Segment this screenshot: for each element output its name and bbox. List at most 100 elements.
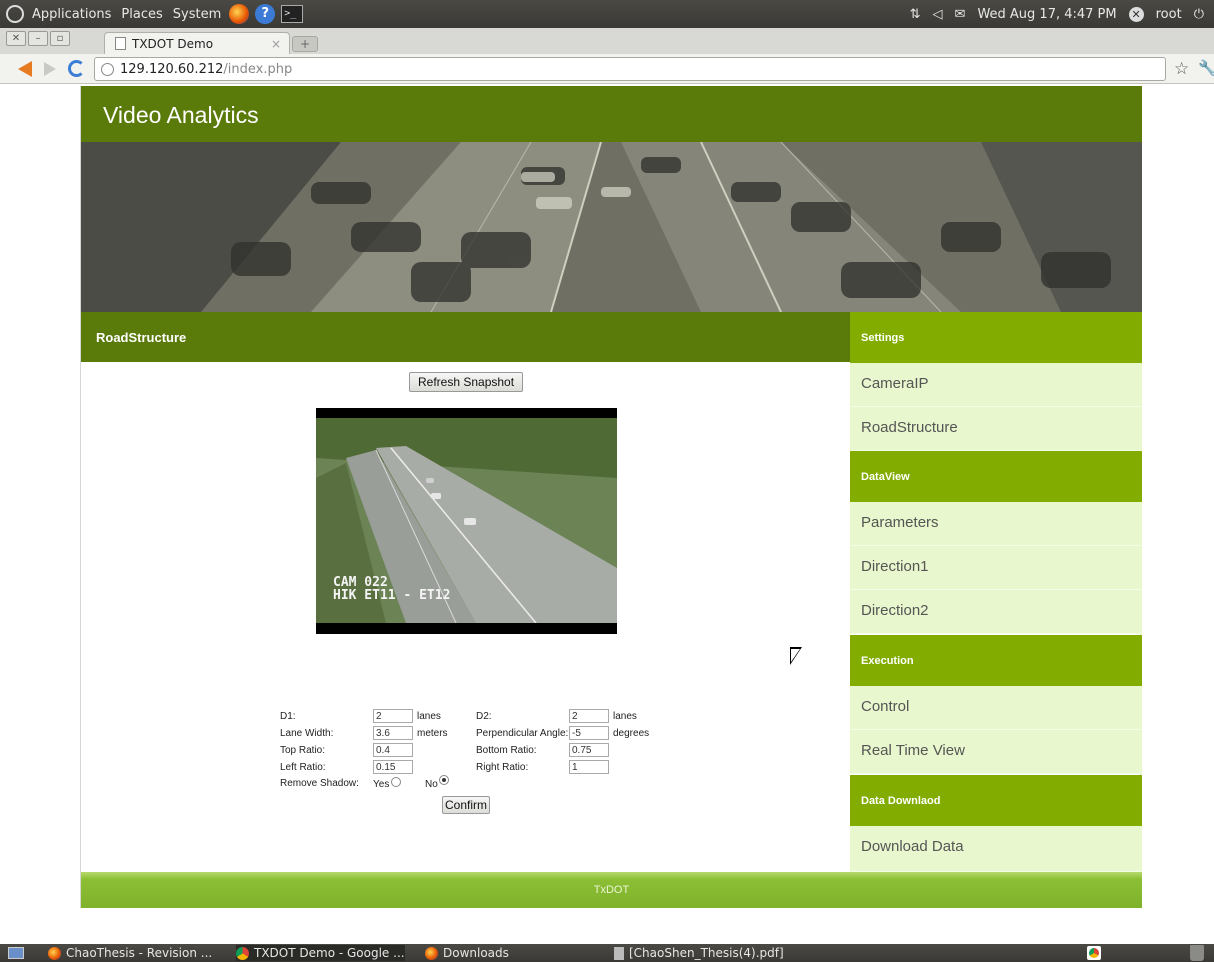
taskbar-item-label: ChaoThesis - Revision ... — [66, 946, 213, 960]
web-page: Video Analytics RoadStructure Refresh Sn… — [80, 86, 1142, 908]
d1-label: D1: — [280, 711, 296, 722]
forward-arrow-icon[interactable] — [44, 62, 56, 76]
sidebar-item-direction1[interactable]: Direction1 — [850, 546, 1142, 590]
lane-width-input[interactable] — [373, 726, 413, 740]
tab-title: TXDOT Demo — [132, 36, 214, 51]
taskbar-item[interactable]: ChaoThesis - Revision ... — [48, 945, 212, 961]
chrome-icon — [236, 946, 249, 960]
right-ratio-input[interactable] — [569, 760, 609, 774]
sidebar-heading-dataview: DataView — [850, 451, 1142, 502]
taskbar-item-label: [ChaoShen_Thesis(4).pdf] — [629, 946, 784, 960]
user-name[interactable]: root — [1156, 7, 1182, 22]
perpendicular-angle-unit: degrees — [613, 728, 650, 739]
shadow-yes-label: Yes — [373, 779, 390, 790]
back-arrow-icon[interactable] — [18, 61, 32, 77]
d2-unit: lanes — [613, 711, 637, 722]
taskbar-item[interactable]: TXDOT Demo - Google ... — [236, 945, 405, 961]
reload-icon[interactable] — [68, 60, 85, 77]
address-bar[interactable]: 129.120.60.212/index.php — [94, 57, 1166, 81]
window-maximize-icon[interactable]: ▫ — [50, 31, 70, 46]
sidebar-item-direction2[interactable]: Direction2 — [850, 590, 1142, 634]
globe-icon — [101, 62, 114, 76]
page-icon — [115, 37, 126, 50]
sidebar-heading-settings: Settings — [850, 312, 1142, 363]
banner-graphic — [81, 142, 1142, 312]
url-host: 129.120.60.212 — [120, 61, 224, 77]
d2-label: D2: — [476, 711, 492, 722]
new-tab-button[interactable]: + — [292, 36, 318, 52]
url-path: /index.php — [223, 61, 293, 77]
clock[interactable]: Wed Aug 17, 4:47 PM — [977, 7, 1116, 22]
ubuntu-logo-icon[interactable] — [6, 5, 24, 23]
d2-input[interactable] — [569, 709, 609, 723]
d1-input[interactable] — [373, 709, 413, 723]
content-header: RoadStructure — [81, 312, 850, 362]
browser-tab[interactable]: TXDOT Demo × — [104, 32, 290, 54]
top-ratio-label: Top Ratio: — [280, 745, 326, 756]
right-ratio-label: Right Ratio: — [476, 762, 529, 773]
taskbar-item[interactable]: [ChaoShen_Thesis(4).pdf] — [614, 945, 784, 961]
sidebar-heading-data-download: Data Downlaod — [850, 775, 1142, 826]
taskbar: ChaoThesis - Revision ... TXDOT Demo - G… — [0, 944, 1214, 962]
remove-shadow-label: Remove Shadow: — [280, 778, 359, 789]
system-menu[interactable]: System — [171, 7, 223, 22]
chrome-tray-icon[interactable] — [1087, 946, 1101, 960]
camera-snapshot: CAM 022 HIK ET11 - ET12 — [316, 408, 617, 634]
terminal-launcher-icon[interactable]: >_ — [281, 5, 304, 23]
sidebar-item-download-data[interactable]: Download Data — [850, 826, 1142, 872]
power-icon[interactable]: ⏻ — [1194, 7, 1204, 22]
lane-width-unit: meters — [417, 728, 448, 739]
traffic-banner-image — [81, 142, 1142, 312]
site-footer: TxDOT — [81, 872, 1142, 908]
confirm-button[interactable]: Confirm — [442, 796, 490, 814]
wrench-menu-icon[interactable]: 🔧 — [1198, 59, 1214, 77]
left-ratio-label: Left Ratio: — [280, 762, 326, 773]
bottom-ratio-label: Bottom Ratio: — [476, 745, 537, 756]
mouse-cursor-icon — [790, 647, 802, 665]
sidebar-heading-execution: Execution — [850, 635, 1142, 686]
volume-icon[interactable]: ◁ — [933, 7, 943, 22]
site-title: Video Analytics — [81, 86, 1142, 142]
shadow-no-label: No — [425, 779, 438, 790]
perpendicular-angle-label: Perpendicular Angle: — [476, 728, 569, 739]
user-status-icon: ✕ — [1128, 6, 1144, 22]
sidebar-item-real-time-view[interactable]: Real Time View — [850, 730, 1142, 774]
taskbar-item[interactable]: Downloads — [425, 945, 509, 961]
network-icon[interactable]: ⇅ — [910, 7, 921, 22]
lane-width-label: Lane Width: — [280, 728, 334, 739]
tab-close-icon[interactable]: × — [271, 37, 281, 51]
applications-menu[interactable]: Applications — [30, 7, 113, 22]
browser-toolbar: 129.120.60.212/index.php ☆ 🔧 — [0, 54, 1214, 84]
shadow-no-radio[interactable] — [439, 775, 449, 785]
sidebar-item-cameraip[interactable]: CameraIP — [850, 363, 1142, 407]
bottom-ratio-input[interactable] — [569, 743, 609, 757]
snapshot-caption-line2: HIK ET11 - ET12 — [333, 588, 451, 603]
d1-unit: lanes — [417, 711, 441, 722]
left-ratio-input[interactable] — [373, 760, 413, 774]
sidebar-item-roadstructure[interactable]: RoadStructure — [850, 407, 1142, 451]
places-menu[interactable]: Places — [119, 7, 164, 22]
show-desktop-icon[interactable] — [8, 947, 24, 959]
browser-tab-strip: ✕ – ▫ TXDOT Demo × + — [0, 28, 1214, 54]
refresh-snapshot-button[interactable]: Refresh Snapshot — [409, 372, 524, 392]
bookmark-star-icon[interactable]: ☆ — [1174, 59, 1189, 79]
shadow-yes-radio[interactable] — [391, 777, 401, 787]
mail-icon[interactable]: ✉ — [955, 7, 966, 22]
trash-icon[interactable] — [1190, 945, 1204, 961]
sidebar-item-parameters[interactable]: Parameters — [850, 502, 1142, 546]
window-close-icon[interactable]: ✕ — [6, 31, 26, 46]
system-top-panel: Applications Places System ? >_ ⇅ ◁ ✉ We… — [0, 0, 1214, 28]
taskbar-item-label: TXDOT Demo - Google ... — [254, 946, 405, 960]
document-icon — [614, 946, 624, 960]
window-minimize-icon[interactable]: – — [28, 31, 48, 46]
firefox-icon — [48, 946, 61, 960]
perpendicular-angle-input[interactable] — [569, 726, 609, 740]
top-ratio-input[interactable] — [373, 743, 413, 757]
firefox-icon — [425, 946, 438, 960]
help-icon[interactable]: ? — [255, 4, 276, 24]
sidebar: Settings CameraIP RoadStructure DataView… — [850, 312, 1142, 872]
sidebar-item-control[interactable]: Control — [850, 686, 1142, 730]
snapshot-caption: CAM 022 HIK ET11 - ET12 — [333, 576, 450, 602]
firefox-launcher-icon[interactable] — [229, 4, 250, 24]
taskbar-item-label: Downloads — [443, 946, 509, 960]
